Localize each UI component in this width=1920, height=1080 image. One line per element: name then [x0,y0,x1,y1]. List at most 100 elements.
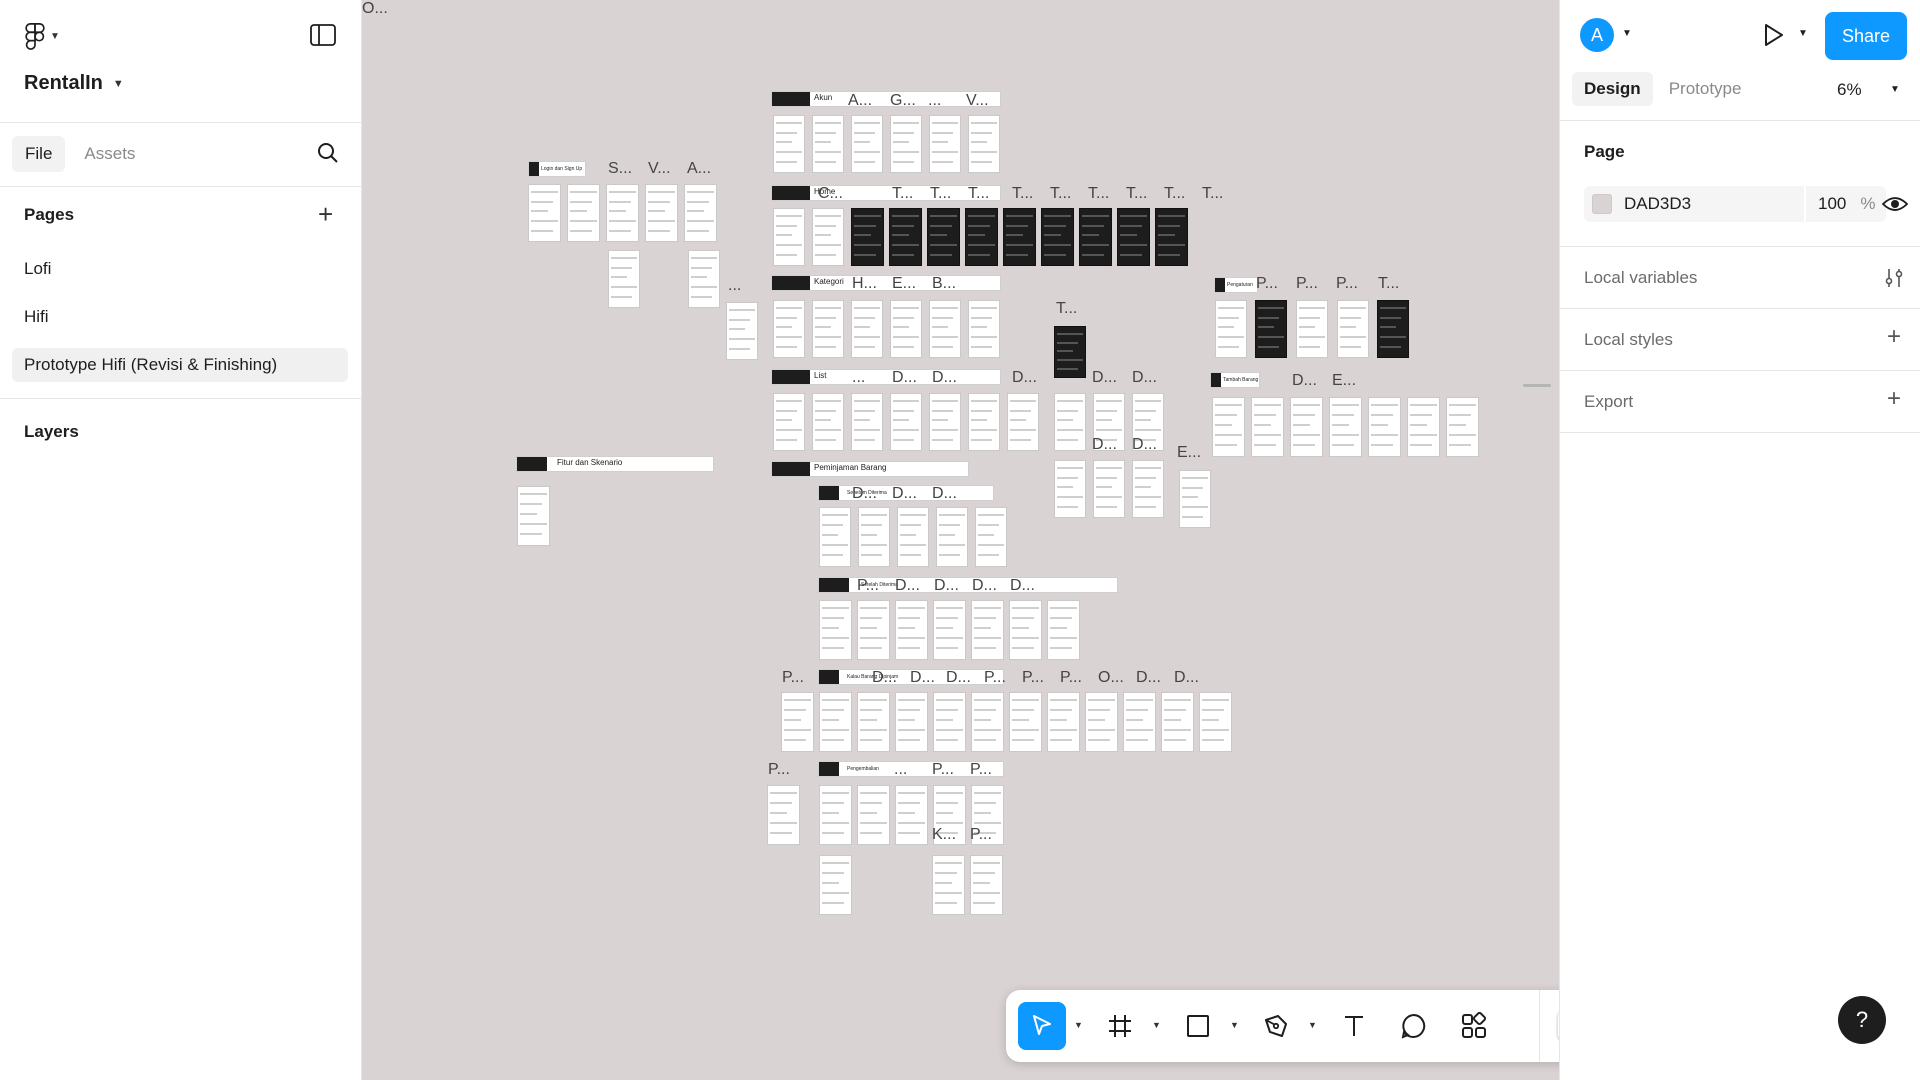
frame-label[interactable]: T... [892,185,913,203]
screen-frame[interactable] [1047,692,1080,752]
frame-label[interactable]: D... [910,669,935,687]
screen-frame[interactable] [968,393,1000,451]
frame-label[interactable]: T... [930,185,951,203]
screen-frame[interactable] [1009,600,1042,660]
screen-frame[interactable] [975,507,1007,567]
main-menu-button[interactable]: ▼ [24,22,60,50]
screen-frame[interactable] [932,855,965,915]
screen-frame[interactable] [1255,300,1287,358]
screen-frame[interactable] [890,115,922,173]
screen-frame[interactable] [819,855,852,915]
screen-frame[interactable] [606,184,639,242]
scrollbar[interactable] [1523,384,1551,387]
frame-label[interactable]: P... [857,577,879,595]
frame-label[interactable]: E... [1177,444,1201,462]
screen-frame[interactable] [968,115,1000,173]
chevron-down-icon[interactable]: ▼ [1798,28,1808,39]
screen-frame[interactable] [1407,397,1440,457]
screen-frame[interactable] [1123,692,1156,752]
frame-label[interactable]: ... [728,277,741,295]
toggle-sidebar-icon[interactable] [310,24,336,46]
frame-label[interactable]: D... [932,485,957,503]
tab-design[interactable]: Design [1572,72,1653,106]
opacity-field[interactable]: 100 % [1806,186,1886,222]
screen-frame[interactable] [1054,393,1086,451]
frame-label[interactable]: O... [1098,669,1124,687]
color-swatch[interactable] [1592,194,1612,214]
chevron-down-icon[interactable]: ▼ [1074,1020,1083,1030]
frame-label[interactable]: S... [608,160,632,178]
pen-tool[interactable] [1252,1002,1300,1050]
section-fitur-dan-skenario[interactable]: Fitur dan Skenario [516,456,714,472]
screen-frame[interactable] [851,115,883,173]
frame-label[interactable]: A... [687,160,711,178]
screen-frame[interactable] [927,208,960,266]
chevron-down-icon[interactable]: ▼ [1890,84,1900,95]
frame-tool[interactable] [1096,1002,1144,1050]
screen-frame[interactable] [773,393,805,451]
screen-frame[interactable] [1117,208,1150,266]
screen-frame[interactable] [1446,397,1479,457]
local-variables-row[interactable]: Local variables [1584,268,1697,288]
tab-prototype[interactable]: Prototype [1657,72,1754,106]
file-name-button[interactable]: RentalIn ▼ [24,72,124,95]
export-row[interactable]: Export [1584,392,1633,412]
screen-frame[interactable] [933,600,966,660]
section-home[interactable]: Home [771,185,1001,201]
variables-icon[interactable] [1882,266,1906,290]
screen-frame[interactable] [726,302,758,360]
screen-frame[interactable] [773,300,805,358]
frame-label[interactable]: D... [1174,669,1199,687]
screen-frame[interactable] [929,115,961,173]
frame-label[interactable]: V... [648,160,671,178]
screen-frame[interactable] [965,208,998,266]
frame-label[interactable]: P... [984,669,1006,687]
screen-frame[interactable] [897,507,929,567]
frame-label[interactable]: T... [1012,185,1033,203]
screen-frame[interactable] [1296,300,1328,358]
screen-frame[interactable] [1085,692,1118,752]
frame-label[interactable]: P... [782,669,804,687]
screen-frame[interactable] [819,692,852,752]
screen-frame[interactable] [1337,300,1369,358]
screen-frame[interactable] [971,692,1004,752]
screen-frame[interactable] [1329,397,1362,457]
screen-frame[interactable] [528,184,561,242]
screen-frame[interactable] [819,600,852,660]
frame-label[interactable]: D... [892,485,917,503]
frame-label[interactable]: A... [848,92,872,110]
screen-frame[interactable] [970,855,1003,915]
frame-label[interactable]: O... [362,0,388,18]
frame-label[interactable]: D... [872,669,897,687]
frame-label[interactable]: ... [928,92,941,110]
frame-label[interactable]: T... [1202,185,1223,203]
screen-frame[interactable] [1054,326,1086,378]
screen-frame[interactable] [858,507,890,567]
frame-label[interactable]: D... [1010,577,1035,595]
screen-frame[interactable] [895,692,928,752]
frame-label[interactable]: D... [1132,369,1157,387]
add-page-icon[interactable]: + [318,201,333,227]
screen-frame[interactable] [1161,692,1194,752]
screen-frame[interactable] [890,393,922,451]
screen-frame[interactable] [1079,208,1112,266]
frame-label[interactable]: P... [1296,275,1318,293]
frame-label[interactable]: D... [892,369,917,387]
screen-frame[interactable] [1368,397,1401,457]
frame-label[interactable]: C... [818,185,843,203]
frame-label[interactable]: H... [852,275,877,293]
screen-frame[interactable] [1290,397,1323,457]
add-icon[interactable]: + [1882,387,1906,412]
screen-frame[interactable] [1132,460,1164,518]
frame-label[interactable]: V... [966,92,989,110]
screen-frame[interactable] [1377,300,1409,358]
tab-assets[interactable]: Assets [71,136,148,172]
frame-label[interactable]: D... [852,485,877,503]
frame-label[interactable]: P... [768,761,790,779]
screen-frame[interactable] [567,184,600,242]
section-list[interactable]: List [771,369,1001,385]
screen-frame[interactable] [1215,300,1247,358]
frame-label[interactable]: T... [1050,185,1071,203]
screen-frame[interactable] [890,300,922,358]
share-button[interactable]: Share [1825,12,1907,60]
